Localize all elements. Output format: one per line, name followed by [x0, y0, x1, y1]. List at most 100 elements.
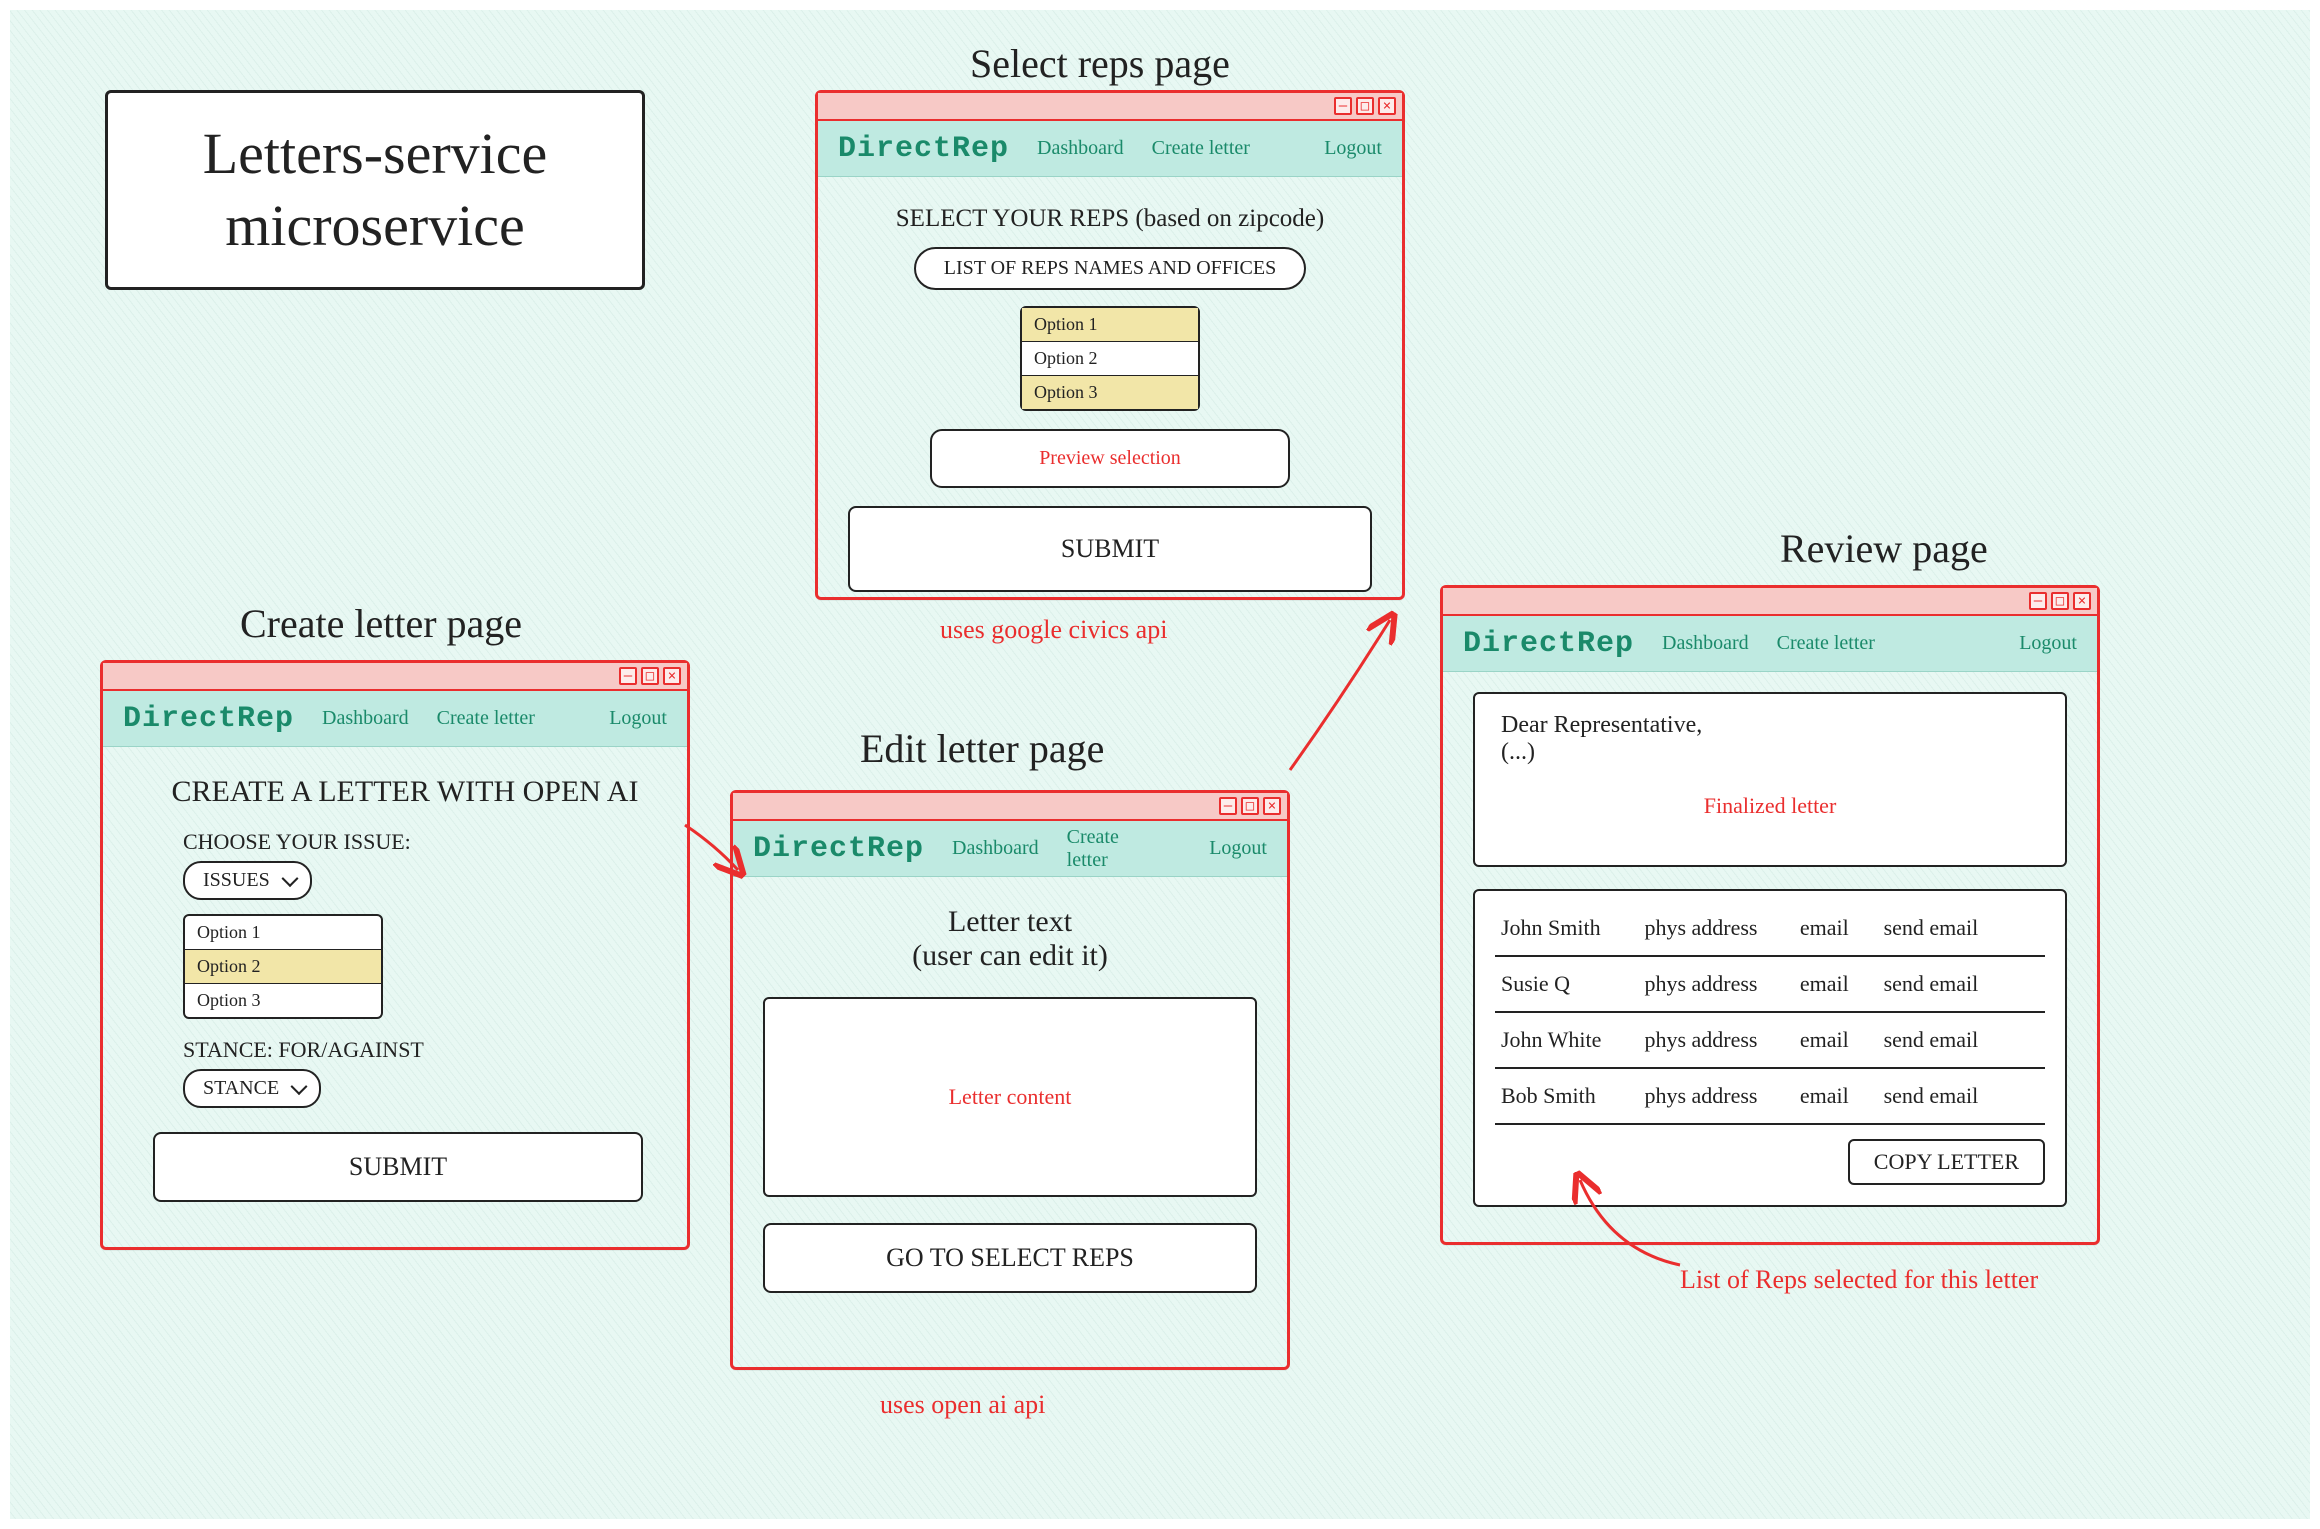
minimize-icon[interactable]: —: [1334, 97, 1352, 115]
rep-address: phys address: [1644, 915, 1799, 941]
rep-address: phys address: [1644, 1083, 1799, 1109]
reps-option-3[interactable]: Option 3: [1022, 376, 1198, 409]
navbar: DirectRep Dashboard Create letter Logout: [103, 691, 687, 747]
reps-option-1[interactable]: Option 1: [1022, 308, 1198, 342]
issue-option-1[interactable]: Option 1: [185, 916, 381, 950]
nav-dashboard[interactable]: Dashboard: [1662, 632, 1749, 655]
label-create-letter: Create letter page: [240, 600, 522, 647]
rep-email: email: [1800, 971, 1884, 997]
create-letter-frame: — □ × DirectRep Dashboard Create letter …: [100, 660, 690, 1250]
send-email-link[interactable]: send email: [1884, 1083, 2039, 1109]
send-email-link[interactable]: send email: [1884, 915, 2039, 941]
table-row: John Smithphys addressemailsend email: [1495, 901, 2045, 957]
issue-option-3[interactable]: Option 3: [185, 984, 381, 1017]
issue-option-2[interactable]: Option 2: [185, 950, 381, 984]
stance-label: STANCE: FOR/AGAINST: [183, 1037, 424, 1063]
arrow-edit-to-select: [1280, 610, 1400, 780]
nav-create-letter[interactable]: Create letter: [1777, 632, 1875, 655]
label-review: Review page: [1780, 525, 1988, 572]
send-email-link[interactable]: send email: [1884, 971, 2039, 997]
label-select-reps: Select reps page: [970, 40, 1230, 87]
brand-logo[interactable]: DirectRep: [1463, 627, 1634, 661]
nav-dashboard[interactable]: Dashboard: [952, 837, 1039, 860]
stance-dropdown[interactable]: STANCE: [183, 1069, 321, 1108]
arrow-create-to-edit: [680, 820, 750, 880]
create-heading: CREATE A LETTER WITH OPEN AI: [172, 775, 639, 809]
issue-options: Option 1 Option 2 Option 3: [183, 914, 383, 1019]
diagram-title-l1: Letters-service: [203, 118, 548, 191]
rep-email: email: [1800, 1027, 1884, 1053]
maximize-icon[interactable]: □: [1356, 97, 1374, 115]
finalized-letter-box: Dear Representative, (...) Finalized let…: [1473, 692, 2067, 867]
nav-logout[interactable]: Logout: [2019, 632, 2077, 655]
annotation-reps-list: List of Reps selected for this letter: [1680, 1265, 2038, 1295]
preview-selection-label: Preview selection: [1039, 447, 1181, 469]
edit-heading-2: (user can edit it): [912, 939, 1108, 973]
close-icon[interactable]: ×: [663, 667, 681, 685]
close-icon[interactable]: ×: [2073, 592, 2091, 610]
window-titlebar: — □ ×: [103, 663, 687, 691]
maximize-icon[interactable]: □: [1241, 797, 1259, 815]
rep-email: email: [1800, 915, 1884, 941]
window-titlebar: — □ ×: [1443, 588, 2097, 616]
review-frame: — □ × DirectRep Dashboard Create letter …: [1440, 585, 2100, 1245]
submit-create-button[interactable]: SUBMIT: [153, 1132, 643, 1202]
diagram-title: Letters-service microservice: [105, 90, 645, 290]
table-row: Bob Smithphys addressemailsend email: [1495, 1069, 2045, 1125]
maximize-icon[interactable]: □: [2051, 592, 2069, 610]
minimize-icon[interactable]: —: [1219, 797, 1237, 815]
select-reps-heading: SELECT YOUR REPS (based on zipcode): [896, 205, 1324, 233]
send-email-link[interactable]: send email: [1884, 1027, 2039, 1053]
arrow-reps-annotation: [1570, 1170, 1690, 1270]
navbar: DirectRep Dashboard Create letter Logout: [818, 121, 1402, 177]
navbar: DirectRep Dashboard Create letter Logout: [733, 821, 1287, 877]
rep-name: Bob Smith: [1501, 1083, 1644, 1109]
reps-table: John Smithphys addressemailsend emailSus…: [1473, 889, 2067, 1207]
rep-address: phys address: [1644, 971, 1799, 997]
rep-name: John White: [1501, 1027, 1644, 1053]
rep-email: email: [1800, 1083, 1884, 1109]
table-row: Susie Qphys addressemailsend email: [1495, 957, 2045, 1013]
nav-logout[interactable]: Logout: [1209, 837, 1267, 860]
letter-greeting: Dear Representative,: [1501, 712, 2039, 739]
rep-name: John Smith: [1501, 915, 1644, 941]
minimize-icon[interactable]: —: [2029, 592, 2047, 610]
edit-heading-1: Letter text: [948, 905, 1072, 939]
go-select-reps-button[interactable]: GO TO SELECT REPS: [763, 1223, 1257, 1293]
nav-logout[interactable]: Logout: [1324, 137, 1382, 160]
reps-option-2[interactable]: Option 2: [1022, 342, 1198, 376]
nav-logout[interactable]: Logout: [609, 707, 667, 730]
submit-reps-button[interactable]: SUBMIT: [848, 506, 1372, 592]
finalized-letter-label: Finalized letter: [1704, 793, 1837, 819]
diagram-title-l2: microservice: [225, 190, 525, 263]
issues-dropdown[interactable]: ISSUES: [183, 861, 312, 900]
letter-content-area[interactable]: Letter content: [763, 997, 1257, 1197]
select-reps-frame: — □ × DirectRep Dashboard Create letter …: [815, 90, 1405, 600]
letter-body: (...): [1501, 739, 2039, 766]
navbar: DirectRep Dashboard Create letter Logout: [1443, 616, 2097, 672]
window-titlebar: — □ ×: [818, 93, 1402, 121]
choose-issue-label: CHOOSE YOUR ISSUE:: [183, 829, 411, 855]
copy-letter-button[interactable]: COPY LETTER: [1848, 1139, 2045, 1185]
annotation-openai: uses open ai api: [880, 1390, 1045, 1420]
nav-create-letter[interactable]: Create letter: [437, 707, 535, 730]
reps-list-label: LIST OF REPS NAMES AND OFFICES: [914, 247, 1307, 290]
brand-logo[interactable]: DirectRep: [838, 132, 1009, 166]
close-icon[interactable]: ×: [1378, 97, 1396, 115]
minimize-icon[interactable]: —: [619, 667, 637, 685]
nav-dashboard[interactable]: Dashboard: [322, 707, 409, 730]
edit-letter-frame: — □ × DirectRep Dashboard Create letter …: [730, 790, 1290, 1370]
nav-create-letter[interactable]: Create letter: [1067, 826, 1154, 872]
label-edit-letter: Edit letter page: [860, 725, 1104, 772]
nav-create-letter[interactable]: Create letter: [1152, 137, 1250, 160]
reps-options: Option 1 Option 2 Option 3: [1020, 306, 1200, 411]
table-row: John Whitephys addressemailsend email: [1495, 1013, 2045, 1069]
brand-logo[interactable]: DirectRep: [753, 832, 924, 866]
close-icon[interactable]: ×: [1263, 797, 1281, 815]
letter-content-placeholder: Letter content: [949, 1084, 1072, 1110]
nav-dashboard[interactable]: Dashboard: [1037, 137, 1124, 160]
maximize-icon[interactable]: □: [641, 667, 659, 685]
window-titlebar: — □ ×: [733, 793, 1287, 821]
preview-selection-box: Preview selection: [930, 429, 1290, 488]
brand-logo[interactable]: DirectRep: [123, 702, 294, 736]
